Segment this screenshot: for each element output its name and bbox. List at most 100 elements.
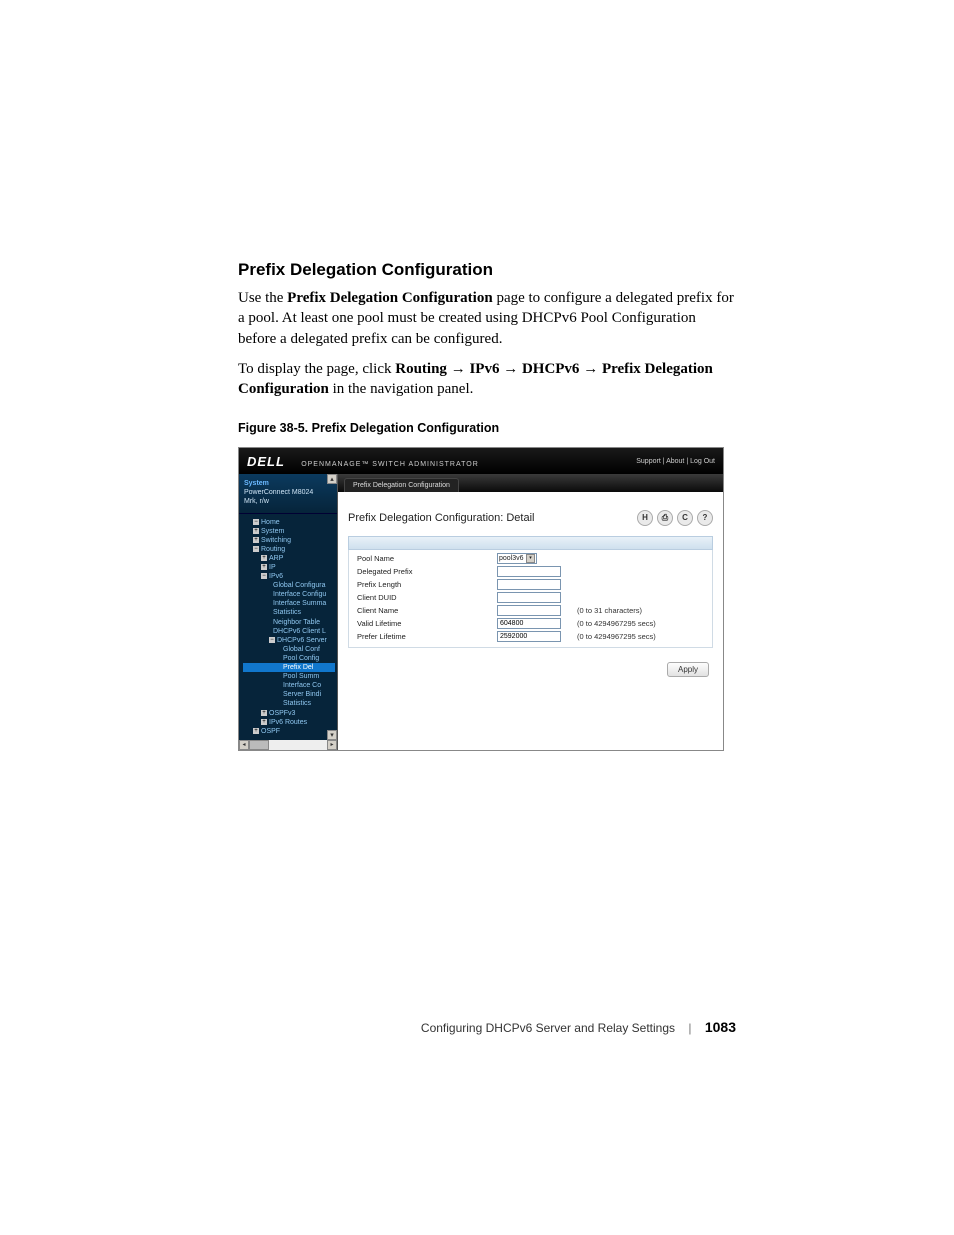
save-icon[interactable]: H [637,510,653,526]
panel-header: Prefix Delegation Configuration: Detail … [338,492,723,536]
paragraph-1: Use the Prefix Delegation Configuration … [238,288,734,349]
nav-ipv6-routes[interactable]: +IPv6 Routes [243,718,335,727]
scroll-thumb[interactable] [249,740,269,750]
p2-dhcpv6: DHCPv6 [522,361,580,377]
nav-dhcpv6-server[interactable]: −DHCPv6 Server [243,636,335,645]
nav-label: System [261,528,284,535]
input-valid-lifetime[interactable]: 604800 [497,618,561,629]
row-pool-name: Pool Name pool3v6 ▾ [349,552,712,565]
refresh-icon[interactable]: C [677,510,693,526]
arrow-icon: → [503,360,518,377]
nav-label: IPv6 Routes [269,719,307,726]
nav-pool-summ[interactable]: Pool Summ [243,672,335,681]
nav-ipv6[interactable]: −IPv6 [243,572,335,581]
nav-label: Home [261,519,280,526]
nav-arp[interactable]: +ARP [243,554,335,563]
p2-text-f: in the navigation panel. [329,381,474,397]
nav-interface-config[interactable]: Interface Configu [243,590,335,599]
figure-caption: Figure 38-5. Prefix Delegation Configura… [238,421,734,435]
input-prefix-length[interactable] [497,579,561,590]
input-client-name[interactable] [497,605,561,616]
app-body: System PowerConnect M8024 Mrk, r/w −Home… [239,474,723,750]
nav-statistics[interactable]: Statistics [243,608,335,617]
footer-separator: | [688,1021,691,1035]
sidebar: System PowerConnect M8024 Mrk, r/w −Home… [239,474,338,750]
tab-prefix-delegation[interactable]: Prefix Delegation Configuration [344,478,459,492]
nav-interface-summary[interactable]: Interface Summa [243,599,335,608]
row-valid-lifetime: Valid Lifetime 604800 (0 to 4294967295 s… [349,617,712,630]
nav-label: OSPFv3 [269,710,295,717]
row-prefer-lifetime: Prefer Lifetime 2592000 (0 to 4294967295… [349,630,712,643]
nav-home[interactable]: −Home [243,518,335,527]
label-valid-lifetime: Valid Lifetime [357,619,497,628]
nav-label: Switching [261,537,291,544]
app-title: OPENMANAGE™ SWITCH ADMINISTRATOR [301,461,479,468]
minus-icon: − [253,546,259,552]
tab-bar: Prefix Delegation Configuration [338,474,723,492]
row-client-name: Client Name (0 to 31 characters) [349,604,712,617]
plus-icon: + [261,719,267,725]
brand-block: DELL OPENMANAGE™ SWITCH ADMINISTRATOR [247,454,479,469]
row-client-duid: Client DUID [349,591,712,604]
page: Prefix Delegation Configuration Use the … [0,0,954,1235]
scroll-track[interactable] [249,740,327,750]
input-prefer-lifetime[interactable]: 2592000 [497,631,561,642]
chevron-down-icon: ▾ [526,554,535,563]
form: Pool Name pool3v6 ▾ Delegated Prefix Pre… [348,550,713,648]
arrow-icon: → [451,360,466,377]
hint-valid-lifetime: (0 to 4294967295 secs) [577,619,656,628]
nav-label: DHCPv6 Server [277,637,327,644]
scroll-right-icon[interactable]: ▸ [327,740,337,750]
p2-ipv6: IPv6 [469,361,499,377]
scroll-left-icon[interactable]: ◂ [239,740,249,750]
footer-title: Configuring DHCPv6 Server and Relay Sett… [421,1021,675,1035]
help-icon[interactable]: ? [697,510,713,526]
apply-button[interactable]: Apply [667,662,709,677]
nav-label: IP [269,564,276,571]
p2-text-a: To display the page, click [238,361,395,377]
plus-icon: + [261,555,267,561]
label-prefer-lifetime: Prefer Lifetime [357,632,497,641]
nav-label: Routing [261,546,285,553]
input-client-duid[interactable] [497,592,561,603]
h-scrollbar[interactable]: ◂ ▸ [239,740,337,750]
p1-bold: Prefix Delegation Configuration [287,290,493,306]
nav-ip[interactable]: +IP [243,563,335,572]
label-delegated-prefix: Delegated Prefix [357,567,497,576]
p1-text-a: Use the [238,290,287,306]
nav-ospfv3[interactable]: +OSPFv3 [243,709,335,718]
nav-pool-config[interactable]: Pool Config [243,654,335,663]
nav-switching[interactable]: +Switching [243,536,335,545]
top-links[interactable]: Support | About | Log Out [636,458,715,465]
label-client-duid: Client DUID [357,593,497,602]
toolbar-icons: H ⎙ C ? [637,510,713,526]
nav-statistics2[interactable]: Statistics [243,699,335,708]
label-prefix-length: Prefix Length [357,580,497,589]
nav-interface-co[interactable]: Interface Co [243,681,335,690]
dell-logo: DELL [247,454,285,469]
nav-ospf[interactable]: +OSPF [243,727,335,736]
plus-icon: + [253,537,259,543]
screenshot: DELL OPENMANAGE™ SWITCH ADMINISTRATOR Su… [238,447,724,751]
label-client-name: Client Name [357,606,497,615]
select-pool-name[interactable]: pool3v6 ▾ [497,553,537,564]
nav-prefix-del[interactable]: Prefix Del [243,663,335,672]
input-delegated-prefix[interactable] [497,566,561,577]
nav-global-config[interactable]: Global Configura [243,581,335,590]
nav-dhcpv6-client-l[interactable]: DHCPv6 Client L [243,627,335,636]
page-footer: Configuring DHCPv6 Server and Relay Sett… [0,1019,954,1035]
sidebar-link: Mrk, r/w [244,497,332,506]
nav-system[interactable]: +System [243,527,335,536]
scroll-down-icon[interactable]: ▾ [327,730,337,740]
nav-label: IPv6 [269,573,283,580]
nav-server-bind[interactable]: Server Bindi [243,690,335,699]
page-number: 1083 [705,1019,736,1035]
print-icon[interactable]: ⎙ [657,510,673,526]
scroll-up-icon[interactable]: ▴ [327,474,337,484]
plus-icon: + [261,564,267,570]
sidebar-system: System [244,479,332,488]
nav-routing[interactable]: −Routing [243,545,335,554]
nav-label: ARP [269,555,283,562]
nav-neighbor-table[interactable]: Neighbor Table [243,618,335,627]
nav-global-conf[interactable]: Global Conf [243,645,335,654]
